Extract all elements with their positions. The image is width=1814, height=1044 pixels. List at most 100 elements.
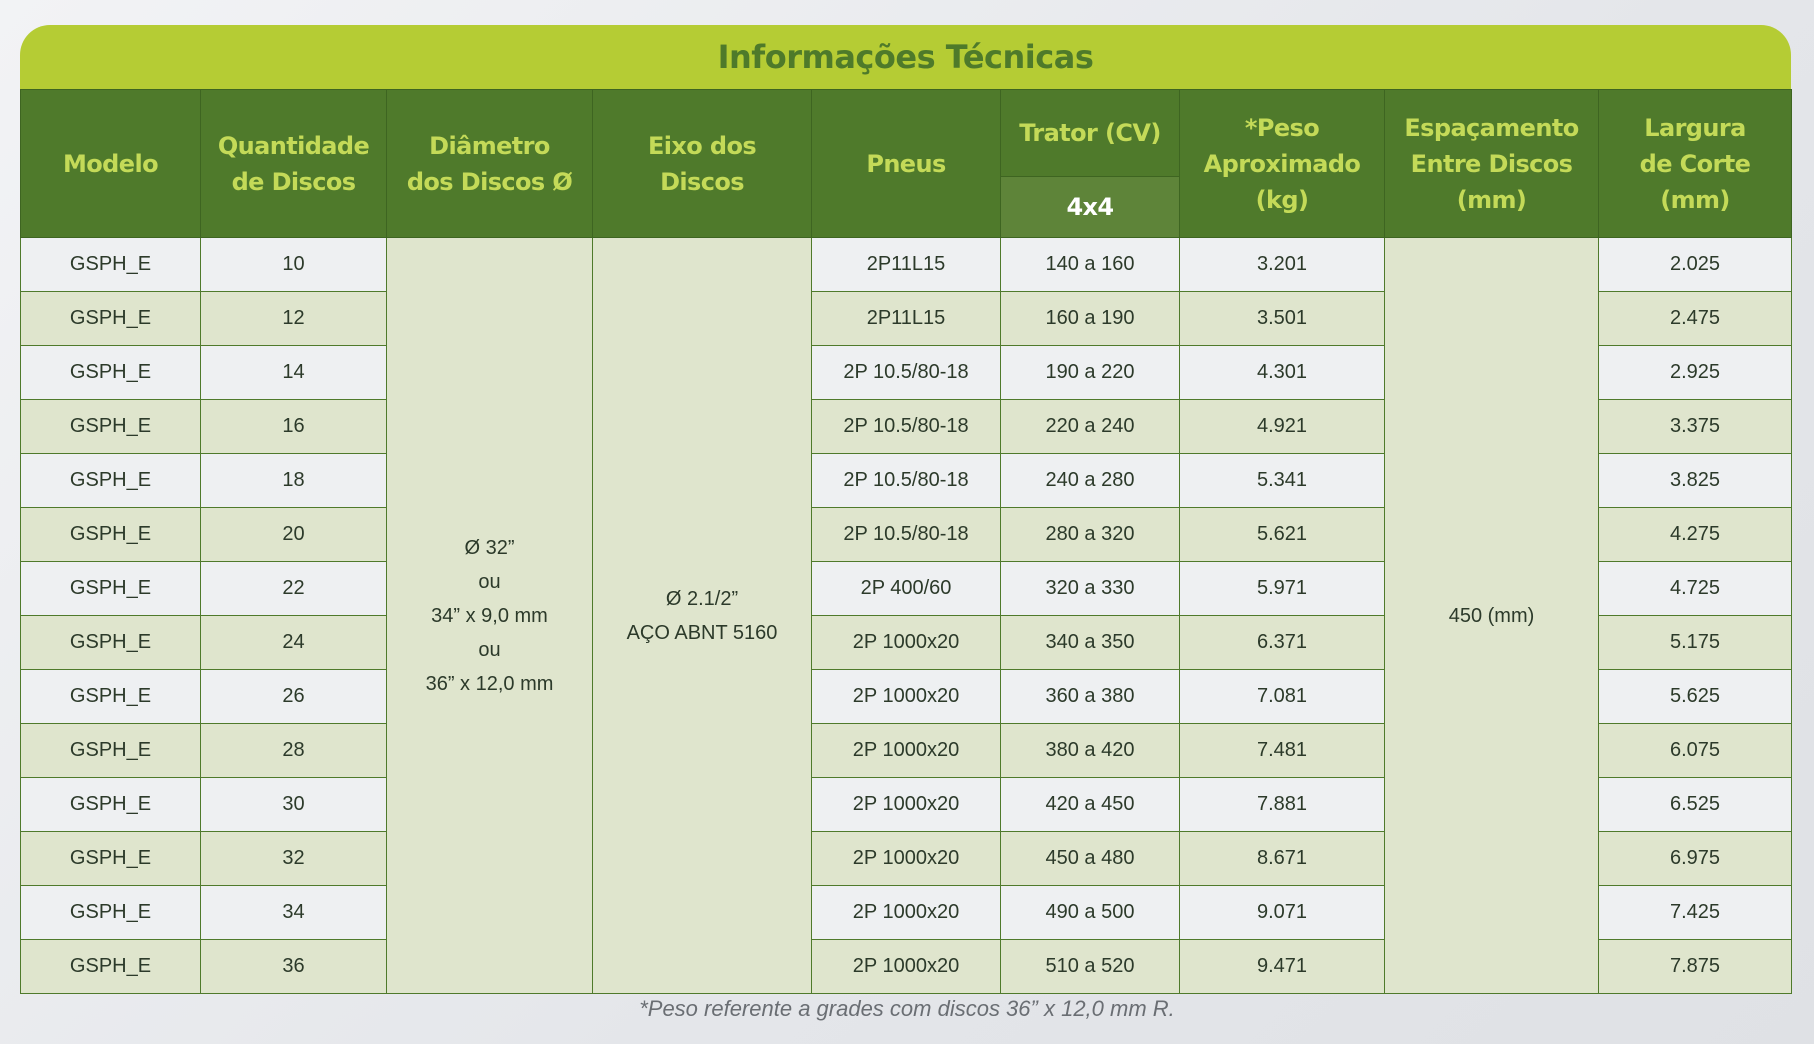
cell-trator: 490 a 500: [1000, 885, 1180, 940]
cell-quantidade: 10: [200, 237, 387, 292]
cell-trator: 340 a 350: [1000, 615, 1180, 670]
cell-largura: 5.625: [1598, 669, 1792, 724]
cell-quantidade: 12: [200, 291, 387, 346]
cell-trator: 190 a 220: [1000, 345, 1180, 400]
spec-table: Modelo Quantidade de Discos Diâmetro dos D…: [20, 89, 1792, 994]
spec-table-container: Informações Técnicas Modelo Quantidade de…: [20, 25, 1792, 994]
cell-quantidade: 34: [200, 885, 387, 940]
cell-diametro-line: ou: [478, 570, 501, 593]
cell-espacamento: 450 (mm): [1384, 237, 1599, 994]
cell-quantidade: 18: [200, 453, 387, 508]
cell-largura: 3.375: [1598, 399, 1792, 454]
cell-largura: 4.725: [1598, 561, 1792, 616]
cell-trator: 450 a 480: [1000, 831, 1180, 886]
footnote: *Peso referente a grades com discos 36” …: [639, 996, 1175, 1021]
cell-quantidade: 36: [200, 939, 387, 994]
spec-table-body: GSPH_E 10 Ø 32” ou 34” x 9,0 mm ou 36” x 12,0 …: [20, 237, 1792, 994]
header-quantidade: Quantidade de Discos: [200, 89, 387, 238]
cell-peso: 5.341: [1179, 453, 1385, 508]
cell-peso: 6.371: [1179, 615, 1385, 670]
cell-eixo: Ø 2.1/2” AÇO ABNT 5160: [592, 237, 812, 994]
cell-modelo: GSPH_E: [20, 777, 201, 832]
cell-pneus: 2P 1000x20: [811, 939, 1001, 994]
cell-trator: 420 a 450: [1000, 777, 1180, 832]
cell-trator: 380 a 420: [1000, 723, 1180, 778]
cell-trator: 140 a 160: [1000, 237, 1180, 292]
cell-largura: 6.975: [1598, 831, 1792, 886]
cell-largura: 2.475: [1598, 291, 1792, 346]
cell-pneus: 2P 1000x20: [811, 669, 1001, 724]
cell-largura: 4.275: [1598, 507, 1792, 562]
cell-pneus: 2P 10.5/80-18: [811, 399, 1001, 454]
header-diametro: Diâmetro dos Discos Ø: [386, 89, 593, 238]
cell-eixo-line: AÇO ABNT 5160: [626, 621, 778, 644]
cell-modelo: GSPH_E: [20, 831, 201, 886]
cell-trator: 360 a 380: [1000, 669, 1180, 724]
header-eixo: Eixo dos Discos: [592, 89, 812, 238]
cell-largura: 6.525: [1598, 777, 1792, 832]
cell-peso: 4.301: [1179, 345, 1385, 400]
cell-quantidade: 28: [200, 723, 387, 778]
cell-modelo: GSPH_E: [20, 237, 201, 292]
cell-modelo: GSPH_E: [20, 561, 201, 616]
cell-largura: 7.875: [1598, 939, 1792, 994]
cell-trator: 160 a 190: [1000, 291, 1180, 346]
cell-modelo: GSPH_E: [20, 345, 201, 400]
cell-trator: 220 a 240: [1000, 399, 1180, 454]
cell-peso: 9.471: [1179, 939, 1385, 994]
cell-pneus: 2P 1000x20: [811, 831, 1001, 886]
cell-diametro-line: 36” x 12,0 mm: [425, 672, 554, 695]
cell-pneus: 2P 1000x20: [811, 777, 1001, 832]
cell-peso: 3.501: [1179, 291, 1385, 346]
cell-modelo: GSPH_E: [20, 399, 201, 454]
cell-peso: 7.081: [1179, 669, 1385, 724]
cell-largura: 2.025: [1598, 237, 1792, 292]
cell-peso: 5.971: [1179, 561, 1385, 616]
cell-diametro-line: ou: [478, 638, 501, 661]
header-modelo: Modelo: [20, 89, 201, 238]
cell-trator: 240 a 280: [1000, 453, 1180, 508]
header-pneus: Pneus: [811, 89, 1001, 238]
cell-quantidade: 26: [200, 669, 387, 724]
cell-largura: 3.825: [1598, 453, 1792, 508]
cell-pneus: 2P11L15: [811, 291, 1001, 346]
cell-diametro: Ø 32” ou 34” x 9,0 mm ou 36” x 12,0 mm: [386, 237, 593, 994]
cell-largura: 7.425: [1598, 885, 1792, 940]
cell-modelo: GSPH_E: [20, 453, 201, 508]
cell-peso: 8.671: [1179, 831, 1385, 886]
cell-pneus: 2P 1000x20: [811, 885, 1001, 940]
cell-modelo: GSPH_E: [20, 885, 201, 940]
cell-modelo: GSPH_E: [20, 669, 201, 724]
cell-eixo-line: Ø 2.1/2”: [665, 587, 739, 610]
cell-peso: 7.881: [1179, 777, 1385, 832]
cell-quantidade: 24: [200, 615, 387, 670]
cell-quantidade: 16: [200, 399, 387, 454]
header-trator-4x4: 4x4: [1000, 176, 1180, 238]
cell-modelo: GSPH_E: [20, 723, 201, 778]
cell-pneus: 2P 10.5/80-18: [811, 453, 1001, 508]
cell-peso: 4.921: [1179, 399, 1385, 454]
cell-modelo: GSPH_E: [20, 507, 201, 562]
cell-peso: 5.621: [1179, 507, 1385, 562]
cell-trator: 280 a 320: [1000, 507, 1180, 562]
cell-modelo: GSPH_E: [20, 291, 201, 346]
header-largura: Largura de Corte (mm): [1598, 89, 1792, 238]
cell-largura: 5.175: [1598, 615, 1792, 670]
cell-quantidade: 30: [200, 777, 387, 832]
header-peso: *Peso Aproximado (kg): [1179, 89, 1385, 238]
cell-quantidade: 14: [200, 345, 387, 400]
cell-diametro-line: Ø 32”: [464, 536, 515, 559]
table-row: GSPH_E 10 Ø 32” ou 34” x 9,0 mm ou 36” x 12,0 …: [20, 237, 1792, 994]
table-title: Informações Técnicas: [20, 25, 1791, 89]
cell-diametro-line: 34” x 9,0 mm: [431, 604, 548, 627]
cell-pneus: 2P11L15: [811, 237, 1001, 292]
cell-peso: 3.201: [1179, 237, 1385, 292]
cell-pneus: 2P 1000x20: [811, 615, 1001, 670]
cell-trator: 510 a 520: [1000, 939, 1180, 994]
cell-pneus: 2P 1000x20: [811, 723, 1001, 778]
header-trator: Trator (CV): [1000, 89, 1180, 177]
header-espacamento: Espaçamento Entre Discos (mm): [1384, 89, 1599, 238]
cell-modelo: GSPH_E: [20, 615, 201, 670]
cell-peso: 7.481: [1179, 723, 1385, 778]
cell-pneus: 2P 10.5/80-18: [811, 507, 1001, 562]
